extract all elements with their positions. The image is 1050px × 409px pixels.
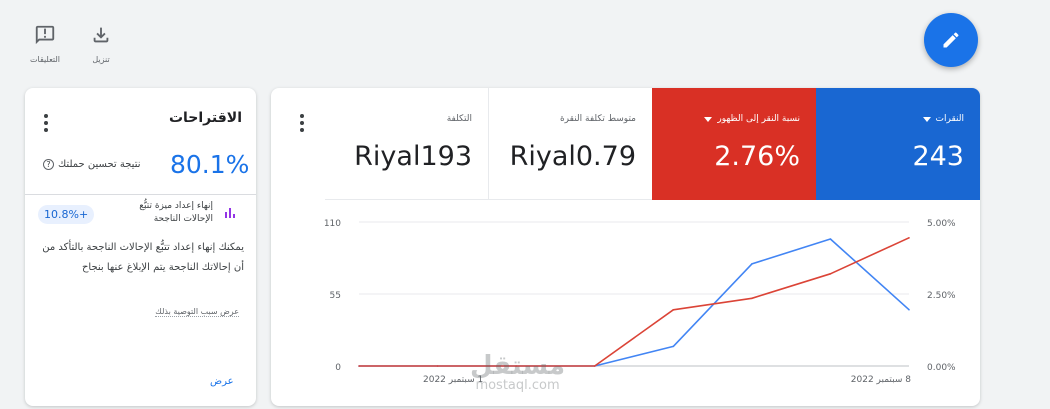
feedback-icon — [35, 25, 55, 45]
data-point — [829, 273, 832, 275]
data-point — [436, 365, 439, 367]
series-line — [359, 238, 910, 367]
recommendations-title: الاقتراحات — [168, 110, 242, 126]
recommendation-reason-link[interactable]: عرض سبب التوصية بذلك — [155, 307, 239, 317]
data-point — [358, 365, 360, 367]
optimization-score: 80.1% — [170, 150, 250, 179]
series-line — [359, 237, 910, 367]
metric-value: 243 — [912, 141, 964, 172]
uplift-badge: 10.8%+ — [38, 205, 95, 224]
recommendations-card: الاقتراحات 80.1% ? نتيجة تحسين حملتك 10.… — [25, 88, 256, 406]
metric-label: التكلفة — [446, 114, 472, 124]
metric-tile-cost[interactable]: التكلفة Riyal193 — [325, 88, 489, 200]
edit-fab-button[interactable] — [924, 13, 978, 67]
feedback-label: التعليقات — [29, 55, 60, 64]
caret-down-icon[interactable] — [704, 116, 713, 122]
metric-tile-ctr[interactable]: نسبة النقر إلى الظهور 2.76% — [652, 88, 816, 200]
help-icon[interactable]: ? — [43, 159, 54, 170]
caret-down-icon[interactable] — [922, 116, 931, 122]
performance-menu-icon[interactable] — [297, 114, 307, 134]
data-point — [908, 308, 910, 311]
performance-card: التكلفة Riyal193 متوسط تكلفة النقرة Riya… — [271, 88, 980, 406]
y-left-tick-label: 110 — [324, 219, 341, 229]
y-left-tick-label: 0 — [335, 363, 341, 373]
download-button[interactable]: تنزيل — [76, 24, 126, 64]
metric-tile-avg-cpc[interactable]: متوسط تكلفة النقرة Riyal0.79 — [489, 88, 652, 200]
download-label: تنزيل — [92, 55, 110, 64]
y-left-tick-label: 55 — [330, 291, 341, 301]
x-tick-label: 8 سبتمبر 2022 — [851, 375, 912, 385]
data-point — [672, 309, 675, 311]
recommendations-menu-icon[interactable] — [41, 114, 51, 134]
data-point — [829, 238, 832, 240]
metric-tile-clicks[interactable]: النقرات 243 — [816, 88, 980, 200]
recommendation-title[interactable]: إنهاء إعداد ميزة تتبُّع الإحالات الناجحة — [113, 200, 213, 226]
data-point — [751, 297, 753, 300]
metric-label: النقرات — [935, 114, 964, 124]
metric-value: 2.76% — [714, 141, 800, 172]
performance-chart: 0 0.00%55 2.50%110 5.00%1 سبتمبر 2022 8 سبتم… — [324, 219, 956, 385]
y-right-tick-label: 5.00% — [927, 219, 956, 229]
metric-label: متوسط تكلفة النقرة — [559, 114, 636, 124]
bar-chart-icon — [225, 208, 237, 218]
y-right-tick-label: 0.00% — [927, 363, 956, 373]
divider — [25, 194, 256, 195]
metric-label: نسبة النقر إلى الظهور — [717, 114, 800, 124]
optimization-score-label: ? نتيجة تحسين حملتك — [43, 159, 141, 170]
data-point — [593, 365, 596, 367]
pencil-icon — [943, 32, 959, 48]
data-point — [672, 345, 675, 348]
metric-value: Riyal0.79 — [509, 141, 636, 172]
watermark: مستقل mostaql.com — [470, 351, 566, 393]
view-button[interactable]: عرض — [210, 376, 234, 387]
data-point — [751, 263, 753, 265]
feedback-button[interactable]: التعليقات — [20, 24, 70, 64]
metric-value: Riyal193 — [354, 141, 472, 172]
data-point — [908, 237, 910, 239]
recommendation-description: يمكنك إنهاء إعداد تتبُّع الإحالات الناجح… — [42, 242, 244, 273]
y-right-tick-label: 2.50% — [927, 291, 956, 301]
download-icon — [93, 27, 109, 43]
